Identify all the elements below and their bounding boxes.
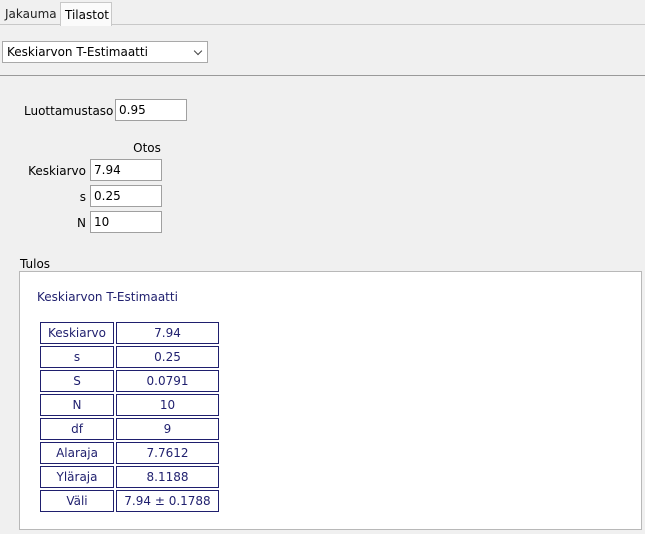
s-label: s	[79, 190, 86, 204]
row-key: s	[40, 346, 114, 368]
row-value: 0.0791	[116, 370, 219, 392]
procedure-select[interactable]: Keskiarvon T-Estimaatti	[2, 41, 208, 63]
row-key: df	[40, 418, 114, 440]
result-heading: Keskiarvon T-Estimaatti	[37, 290, 178, 304]
row-value: 10	[116, 394, 219, 416]
table-row: Yläraja 8.1188	[40, 466, 219, 488]
table-row: N 10	[40, 394, 219, 416]
result-table: Keskiarvo 7.94 s 0.25 S 0.0791 N 10 df 9…	[38, 320, 221, 514]
table-row: df 9	[40, 418, 219, 440]
row-key: Väli	[40, 490, 114, 512]
row-value: 0.25	[116, 346, 219, 368]
table-row: s 0.25	[40, 346, 219, 368]
mean-input[interactable]: 7.94	[90, 159, 162, 181]
row-value: 9	[116, 418, 219, 440]
table-row: Väli 7.94 ± 0.1788	[40, 490, 219, 512]
row-value: 7.7612	[116, 442, 219, 464]
tab-bar: Jakauma Tilastot	[0, 0, 645, 26]
tab-tilastot[interactable]: Tilastot	[60, 2, 112, 26]
divider	[0, 75, 645, 76]
row-value: 8.1188	[116, 466, 219, 488]
s-input[interactable]: 0.25	[90, 185, 162, 207]
row-key: N	[40, 394, 114, 416]
tab-jakauma[interactable]: Jakauma	[1, 2, 61, 26]
row-key: Alaraja	[40, 442, 114, 464]
mean-label: Keskiarvo	[28, 164, 86, 178]
result-panel: Keskiarvon T-Estimaatti Keskiarvo 7.94 s…	[19, 271, 642, 530]
n-label: N	[77, 216, 86, 230]
procedure-select-value: Keskiarvon T-Estimaatti	[7, 45, 148, 59]
confidence-label: Luottamustaso	[24, 104, 114, 118]
n-input[interactable]: 10	[90, 211, 162, 233]
row-value: 7.94	[116, 322, 219, 344]
chevron-down-icon	[193, 46, 203, 56]
row-key: S	[40, 370, 114, 392]
row-key: Yläraja	[40, 466, 114, 488]
row-value: 7.94 ± 0.1788	[116, 490, 219, 512]
result-title: Tulos	[20, 257, 51, 271]
table-row: Alaraja 7.7612	[40, 442, 219, 464]
confidence-input[interactable]: 0.95	[115, 99, 187, 121]
table-row: S 0.0791	[40, 370, 219, 392]
sample-header: Otos	[133, 141, 161, 155]
row-key: Keskiarvo	[40, 322, 114, 344]
table-row: Keskiarvo 7.94	[40, 322, 219, 344]
